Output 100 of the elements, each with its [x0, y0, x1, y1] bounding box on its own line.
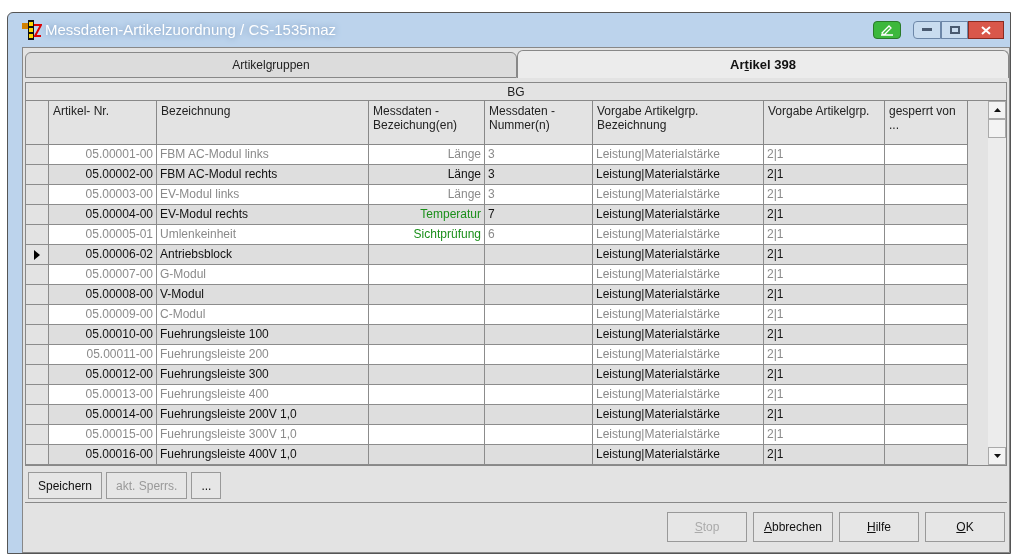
table-cell: 2|1: [764, 425, 885, 445]
table-cell: Leistung|Materialstärke: [593, 365, 764, 385]
down-arrow-icon: [993, 454, 1001, 458]
table-cell: 2|1: [764, 185, 885, 205]
pen-icon: [880, 24, 894, 36]
table-cell: Länge: [369, 165, 485, 185]
table-cell: 05.00008-00: [49, 285, 157, 305]
table-cell: 3: [485, 165, 593, 185]
table-cell: V-Modul: [157, 285, 369, 305]
button[interactable]: ...: [191, 472, 222, 499]
table-cell: Leistung|Materialstärke: [593, 305, 764, 325]
table-cell: 05.00009-00: [49, 305, 157, 325]
table-cell: 2|1: [764, 265, 885, 285]
table-cell: 05.00013-00: [49, 385, 157, 405]
table-cell: Fuehrungsleiste 400V 1,0: [157, 445, 369, 465]
button[interactable]: Hilfe: [839, 512, 919, 542]
table-cell: Leistung|Materialstärke: [593, 225, 764, 245]
table-cell: FBM AC-Modul rechts: [157, 165, 369, 185]
scrollbar[interactable]: [988, 101, 1006, 465]
table-cell: 2|1: [764, 405, 885, 425]
table-cell: 05.00011-00: [49, 345, 157, 365]
close-icon: [981, 25, 991, 35]
table-cell: Leistung|Materialstärke: [593, 245, 764, 265]
table-cell: 2|1: [764, 305, 885, 325]
table-cell: 05.00002-00: [49, 165, 157, 185]
table-cell: Leistung|Materialstärke: [593, 285, 764, 305]
table-cell: Sichtprüfung: [369, 225, 485, 245]
minimize-button[interactable]: [913, 21, 941, 39]
table-cell: Leistung|Materialstärke: [593, 145, 764, 165]
tab[interactable]: Artikel 398: [517, 50, 1009, 78]
table-cell: 05.00010-00: [49, 325, 157, 345]
table-cell: Fuehrungsleiste 400: [157, 385, 369, 405]
table-cell: 6: [485, 225, 593, 245]
app-logo-icon: [22, 20, 42, 40]
table-cell: Leistung|Materialstärke: [593, 165, 764, 185]
table-cell: 05.00001-00: [49, 145, 157, 165]
table-cell: 2|1: [764, 245, 885, 265]
table-cell: Leistung|Materialstärke: [593, 405, 764, 425]
table-cell: Fuehrungsleiste 200: [157, 345, 369, 365]
table-cell: Antriebsblock: [157, 245, 369, 265]
table-cell: 05.00003-00: [49, 185, 157, 205]
table-cell: G-Modul: [157, 265, 369, 285]
scroll-down-button[interactable]: [988, 447, 1006, 465]
table-cell: 2|1: [764, 365, 885, 385]
table-cell: EV-Modul links: [157, 185, 369, 205]
table-cell: Leistung|Materialstärke: [593, 205, 764, 225]
button: akt. Sperrs.: [106, 472, 188, 499]
row-header[interactable]: [26, 245, 49, 265]
table-cell: 2|1: [764, 225, 885, 245]
table-cell: 3: [485, 145, 593, 165]
tab[interactable]: Artikelgruppen: [25, 52, 517, 78]
minimize-icon: [922, 28, 932, 32]
window-title: Messdaten-Artikelzuordnung / CS-1535maz: [45, 19, 336, 40]
button[interactable]: Speichern: [28, 472, 103, 499]
table-cell: Fuehrungsleiste 300V 1,0: [157, 425, 369, 445]
table-cell: Temperatur: [369, 205, 485, 225]
table-cell: C-Modul: [157, 305, 369, 325]
table-cell: 05.00005-01: [49, 225, 157, 245]
table-cell: 2|1: [764, 165, 885, 185]
button[interactable]: OK: [925, 512, 1005, 542]
table-cell: Länge: [369, 145, 485, 165]
table-cell: Leistung|Materialstärke: [593, 265, 764, 285]
table-cell: Leistung|Materialstärke: [593, 425, 764, 445]
table-cell: 2|1: [764, 385, 885, 405]
edit-button[interactable]: [873, 21, 901, 39]
table-cell: 05.00007-00: [49, 265, 157, 285]
table-cell: Länge: [369, 185, 485, 205]
button[interactable]: Abbrechen: [753, 512, 833, 542]
band-header: BG: [26, 83, 1006, 101]
scroll-up-button[interactable]: [988, 101, 1006, 119]
table-cell: Leistung|Materialstärke: [593, 385, 764, 405]
table-cell: 05.00015-00: [49, 425, 157, 445]
maximize-icon: [949, 26, 960, 34]
table-cell: 2|1: [764, 325, 885, 345]
maximize-button[interactable]: [941, 21, 968, 39]
table-cell: 2|1: [764, 145, 885, 165]
table-cell: FBM AC-Modul links: [157, 145, 369, 165]
table-cell: Leistung|Materialstärke: [593, 185, 764, 205]
table-cell: 2|1: [764, 445, 885, 465]
table-cell: 3: [485, 185, 593, 205]
scroll-thumb[interactable]: [988, 119, 1006, 138]
table-cell: 05.00012-00: [49, 365, 157, 385]
table-cell: 2|1: [764, 205, 885, 225]
table-cell: 05.00014-00: [49, 405, 157, 425]
table-cell: 05.00004-00: [49, 205, 157, 225]
table-cell: Umlenkeinheit: [157, 225, 369, 245]
table-cell: 2|1: [764, 285, 885, 305]
table-cell: Fuehrungsleiste 100: [157, 325, 369, 345]
table-cell: EV-Modul rechts: [157, 205, 369, 225]
table-cell: 2|1: [764, 345, 885, 365]
up-arrow-icon: [993, 108, 1001, 112]
current-row-icon: [34, 249, 40, 260]
table-cell: Fuehrungsleiste 200V 1,0: [157, 405, 369, 425]
button: Stop: [667, 512, 747, 542]
table-cell: 7: [485, 205, 593, 225]
table-cell: 05.00006-02: [49, 245, 157, 265]
table-cell: 05.00016-00: [49, 445, 157, 465]
table-cell: Leistung|Materialstärke: [593, 325, 764, 345]
close-button[interactable]: [968, 21, 1004, 39]
table-cell: Fuehrungsleiste 300: [157, 365, 369, 385]
